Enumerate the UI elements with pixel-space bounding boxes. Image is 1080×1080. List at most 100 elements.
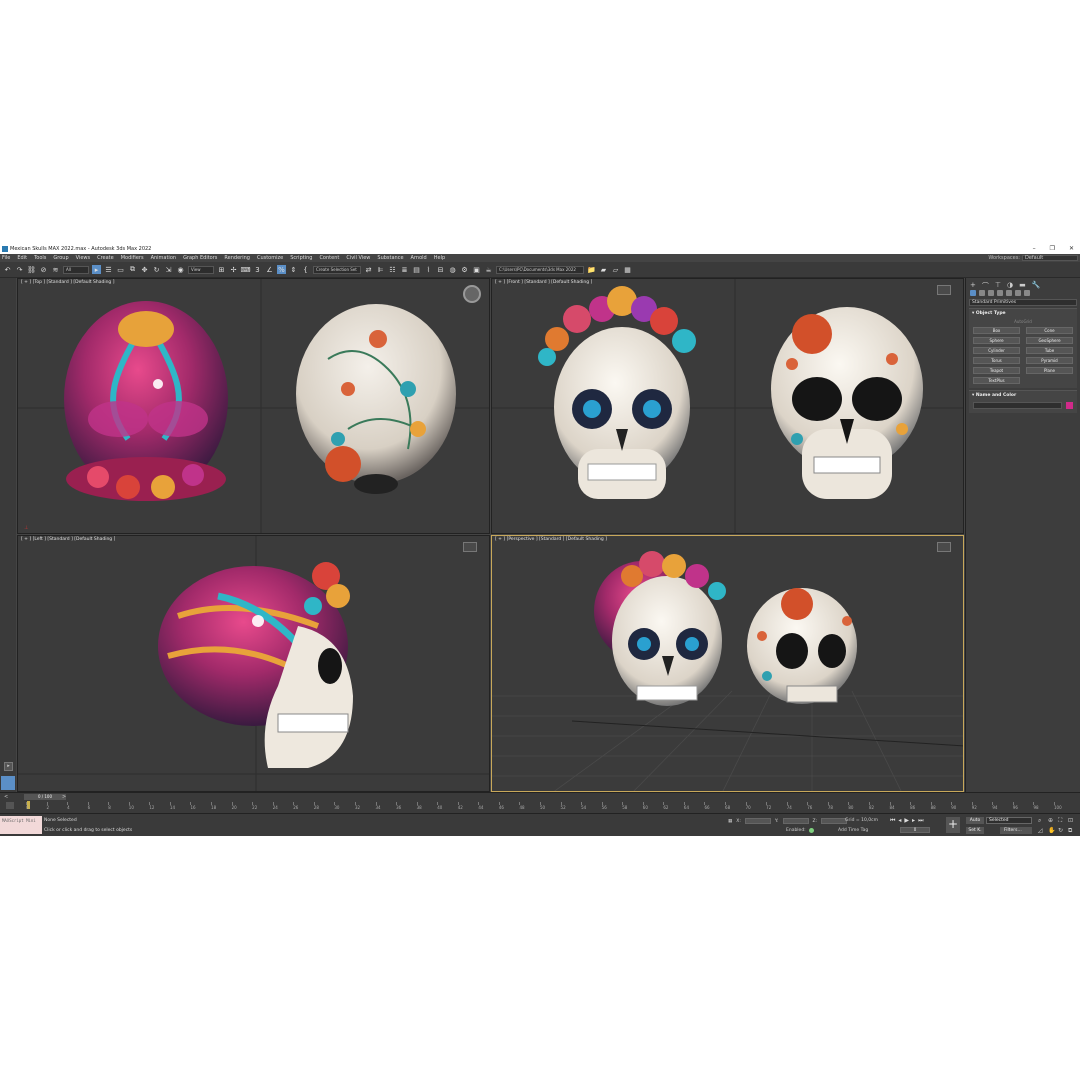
render-icon[interactable]: ☕ (484, 265, 493, 274)
cameras-icon[interactable] (997, 290, 1003, 296)
keyboard-shortcut-icon[interactable]: ⌨ (240, 265, 250, 274)
select-by-name-icon[interactable]: ☰ (104, 265, 113, 274)
spacewarps-icon[interactable] (1015, 290, 1021, 296)
play-icon[interactable]: ▶ (904, 817, 909, 825)
menu-file[interactable]: File (2, 255, 10, 261)
sphere-button[interactable]: Sphere (973, 337, 1020, 344)
maximize-button[interactable]: ❐ (1050, 245, 1055, 252)
y-coord-field[interactable] (782, 818, 809, 824)
scale-icon[interactable]: ⇲ (164, 265, 173, 274)
unlink-icon[interactable]: ⊘ (39, 265, 48, 274)
edit-named-sets-icon[interactable]: { (301, 265, 310, 274)
set-key-icon[interactable]: + (946, 817, 960, 833)
name-color-header[interactable]: ▾ Name and Color (969, 391, 1077, 400)
project-folder-icon[interactable]: 📁 (587, 265, 596, 274)
motion-tab-icon[interactable]: ◑ (1007, 281, 1013, 289)
menu-civil-view[interactable]: Civil View (346, 255, 370, 261)
viewport-front[interactable]: [ + ] [Front ] [Standard ] [Default Shad… (491, 278, 964, 534)
percent-snap-icon[interactable]: % (277, 265, 286, 274)
menu-scripting[interactable]: Scripting (290, 255, 312, 261)
set-key-button[interactable]: Set K. (966, 827, 984, 834)
modify-tab-icon[interactable]: ⌒ (982, 281, 989, 290)
torus-button[interactable]: Torus (973, 357, 1020, 364)
next-frame-icon[interactable]: > (62, 794, 66, 800)
key-filter-dropdown[interactable]: Selected (986, 817, 1032, 824)
mirror-icon[interactable]: ⇄ (364, 265, 373, 274)
geosphere-button[interactable]: GeoSphere (1026, 337, 1073, 344)
pivot-icon[interactable]: ⊞ (217, 265, 226, 274)
auto-key-button[interactable]: Auto (966, 817, 984, 824)
zoom-all-icon[interactable]: ⊕ (1048, 817, 1056, 825)
object-color-swatch[interactable] (1066, 402, 1073, 409)
close-button[interactable]: ✕ (1069, 245, 1074, 252)
menu-views[interactable]: Views (76, 255, 90, 261)
time-slider[interactable]: 0 / 100 (24, 794, 66, 800)
primitive-category-dropdown[interactable]: Standard Primitives (969, 299, 1077, 306)
cone-button[interactable]: Cone (1026, 327, 1073, 334)
plane-button[interactable]: Plane (1026, 367, 1073, 374)
select-manipulate-icon[interactable]: ✢ (229, 265, 238, 274)
helpers-icon[interactable] (1006, 290, 1012, 296)
object-name-field[interactable] (973, 402, 1062, 409)
enabled-toggle-icon[interactable] (808, 828, 814, 833)
menu-content[interactable]: Content (319, 255, 339, 261)
object-type-header[interactable]: ▾ Object Type (969, 309, 1077, 318)
viewport-label[interactable]: [ + ] [Left ] [Standard ] [Default Shadi… (21, 537, 115, 542)
placement-icon[interactable]: ◉ (176, 265, 185, 274)
orbit-icon[interactable]: ↻ (1058, 827, 1066, 835)
menu-arnold[interactable]: Arnold (411, 255, 427, 261)
named-selection-dropdown[interactable]: Create Selection Set (313, 265, 361, 274)
prev-frame-icon[interactable]: < (4, 794, 8, 800)
curve-editor-icon[interactable]: ⌇ (424, 265, 433, 274)
viewport-top[interactable]: [ + ] [Top ] [Standard ] [Default Shadin… (17, 278, 490, 534)
next-key-icon[interactable]: ▸ (912, 817, 915, 825)
track-bar[interactable]: 0 2 4 6 8 10 12 14 16 18 20 22 24 26 28 30 32 34 36 38 40 42 4… (0, 801, 1080, 813)
align-icon[interactable]: ⊫ (376, 265, 385, 274)
zoom-extents-icon[interactable]: ⛶ (1058, 817, 1066, 825)
undo-icon[interactable]: ↶ (3, 265, 12, 274)
mini-curve-editor-icon[interactable] (6, 802, 14, 809)
menu-tools[interactable]: Tools (34, 255, 46, 261)
zoom-extents-all-icon[interactable]: ⊡ (1068, 817, 1076, 825)
z-coord-field[interactable] (821, 818, 848, 824)
play-arrow-icon[interactable]: ▸ (4, 762, 13, 771)
tube-button[interactable]: Tube (1026, 347, 1073, 354)
hierarchy-tab-icon[interactable]: ⊤ (995, 281, 1001, 289)
render-setup-icon[interactable]: ⚙ (460, 265, 469, 274)
open-folder-icon[interactable]: ▰ (599, 265, 608, 274)
save-folder-icon[interactable]: ▱ (611, 265, 620, 274)
menu-group[interactable]: Group (53, 255, 68, 261)
zoom-icon[interactable]: ⌕ (1038, 817, 1046, 825)
viewport-label[interactable]: [ + ] [Front ] [Standard ] [Default Shad… (495, 280, 592, 285)
menu-substance[interactable]: Substance (377, 255, 403, 261)
reference-coord-dropdown[interactable]: View (188, 265, 214, 274)
angle-snap-icon[interactable]: ∠ (265, 265, 274, 274)
viewport-left[interactable]: [ + ] [Left ] [Standard ] [Default Shadi… (17, 535, 490, 792)
project-path-field[interactable]: C:\Users\PC\Documents\3ds Max 2022 (496, 265, 584, 274)
cylinder-button[interactable]: Cylinder (973, 347, 1020, 354)
workspace-dropdown[interactable]: Default (1022, 255, 1078, 261)
pan-icon[interactable]: ✋ (1048, 827, 1056, 835)
menu-graph-editors[interactable]: Graph Editors (183, 255, 217, 261)
ribbon-icon[interactable]: ▤ (412, 265, 421, 274)
autogrid-checkbox[interactable]: AutoGrid (969, 318, 1077, 325)
textplus-button[interactable]: TextPlus (973, 377, 1020, 384)
menu-animation[interactable]: Animation (151, 255, 177, 261)
menu-modifiers[interactable]: Modifiers (121, 255, 144, 261)
scene-explorer-icon[interactable]: ☷ (388, 265, 397, 274)
viewcube-icon[interactable] (463, 542, 477, 552)
spinner-snap-icon[interactable]: ⇕ (289, 265, 298, 274)
fov-icon[interactable]: ◿ (1038, 827, 1046, 835)
go-to-start-icon[interactable]: ⏮ (890, 817, 895, 825)
schematic-view-icon[interactable]: ⊟ (436, 265, 445, 274)
previous-frame-icon[interactable]: ◂ (898, 817, 901, 825)
bind-spacewarp-icon[interactable]: ≋ (51, 265, 60, 274)
maxscript-listener[interactable]: MAXScript Mini (0, 816, 42, 834)
lights-icon[interactable] (988, 290, 994, 296)
steering-wheel-icon[interactable] (463, 285, 481, 303)
viewport-perspective[interactable]: [ + ] [Perspective ] [Standard ] [Defaul… (491, 535, 964, 792)
link-icon[interactable]: ⛓ (27, 265, 36, 274)
create-tab-icon[interactable]: + (970, 281, 976, 289)
viewport-layout-icon[interactable] (1, 776, 15, 790)
menu-rendering[interactable]: Rendering (224, 255, 250, 261)
